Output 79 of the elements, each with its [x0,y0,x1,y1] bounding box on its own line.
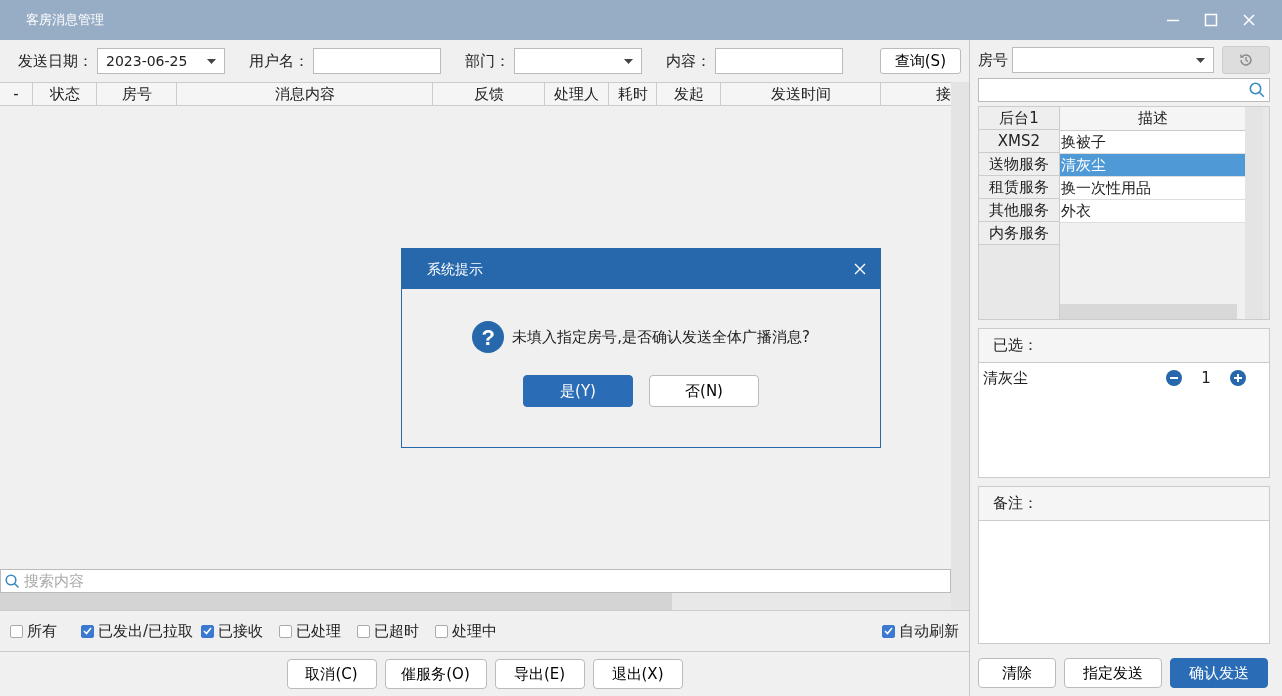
search-icon [1249,82,1265,98]
search-field[interactable] [978,78,1270,102]
selected-item: 清灰尘 [983,368,1028,389]
dialog-button[interactable]: 是(Y) [523,375,633,407]
action-button[interactable]: 确认发送 [1170,658,1268,688]
checkbox[interactable] [201,624,215,638]
room-label: 房号 [978,49,1008,71]
checkbox[interactable] [279,624,293,638]
panel-title: 已选： [993,335,1038,357]
vertical-scrollbar[interactable] [1245,107,1263,319]
column-header[interactable]: 消息内容 [177,83,433,105]
column-header[interactable]: 发送时间 [721,83,881,105]
quantity: 1 [1200,368,1212,389]
column-header[interactable]: 状态 [33,83,97,105]
input-field[interactable] [715,48,843,74]
filter-label: 内容： [666,50,711,72]
service-item[interactable]: 换一次性用品 [1060,177,1245,200]
checkbox[interactable] [357,624,371,638]
category-item[interactable]: 租赁服务 [979,176,1059,199]
category-item[interactable]: 后台1 [979,107,1059,130]
checkbox[interactable] [435,624,449,638]
caret-icon [624,58,633,64]
checkbox-label: 所有 [27,620,57,642]
checkbox-label: 已发出/已拉取 [98,620,194,642]
dropdown-field[interactable] [514,48,642,74]
close-icon[interactable] [854,263,866,275]
minus-icon[interactable] [1166,370,1182,387]
checkbox-label: 自动刷新 [899,620,959,642]
maximize-icon[interactable] [1204,13,1218,27]
column-header[interactable]: 反馈 [433,83,545,105]
input-field[interactable] [313,48,441,74]
window-title: 客房消息管理 [26,11,104,30]
checkbox-label: 已接收 [218,620,264,642]
checkbox-label: 已处理 [296,620,342,642]
column-header[interactable]: - [0,83,33,105]
query-button[interactable]: 查询(S) [879,48,961,74]
dialog-title: 系统提示 [427,259,483,279]
action-button[interactable]: 导出(E) [494,659,585,689]
checkbox-label: 处理中 [452,620,498,642]
checkbox[interactable] [882,624,895,638]
caret-icon [207,58,216,64]
column-header[interactable]: 描述 [1060,107,1245,131]
category-item[interactable]: 内务服务 [979,222,1059,245]
action-button[interactable]: 催服务(O) [384,659,487,689]
caret-icon [1196,57,1205,63]
filter-label: 部门： [465,50,510,72]
action-button[interactable]: 取消(C) [286,659,377,689]
horizontal-scrollbar[interactable] [0,593,951,610]
history-button[interactable] [1222,46,1270,74]
action-button[interactable]: 指定发送 [1064,658,1162,688]
dropdown-field[interactable]: 2023-06-25 [97,48,225,74]
action-button[interactable]: 退出(X) [592,659,683,689]
category-item[interactable]: XMS2 [979,130,1059,153]
column-header[interactable]: 处理人 [545,83,609,105]
history-icon [1238,52,1254,68]
dialog-button[interactable]: 否(N) [649,375,759,407]
checkbox[interactable] [81,624,94,638]
column-header[interactable]: 发起 [657,83,721,105]
room-dropdown[interactable] [1012,47,1214,73]
filter-label: 用户名： [249,50,309,72]
question-icon: ? [472,321,505,353]
dialog-message: 未填入指定房号,是否确认发送全体广播消息? [512,326,810,348]
search-placeholder: 搜索内容 [24,570,84,592]
filter-label: 发送日期： [18,50,93,72]
panel-title: 备注： [993,493,1038,515]
horizontal-scrollbar[interactable] [1060,304,1237,319]
action-button[interactable]: 清除 [978,658,1056,688]
vertical-scrollbar[interactable] [951,82,969,610]
plus-icon[interactable] [1230,370,1246,387]
service-item[interactable]: 换被子 [1060,131,1245,154]
service-item[interactable]: 外衣 [1060,200,1245,223]
checkbox[interactable] [10,624,23,638]
category-item[interactable]: 其他服务 [979,199,1059,222]
checkbox-label: 已超时 [374,620,420,642]
column-header[interactable]: 房号 [97,83,177,105]
category-item[interactable]: 送物服务 [979,153,1059,176]
column-header[interactable]: 接 [881,83,951,105]
column-header[interactable]: 耗时 [609,83,657,105]
search-icon [5,573,20,589]
